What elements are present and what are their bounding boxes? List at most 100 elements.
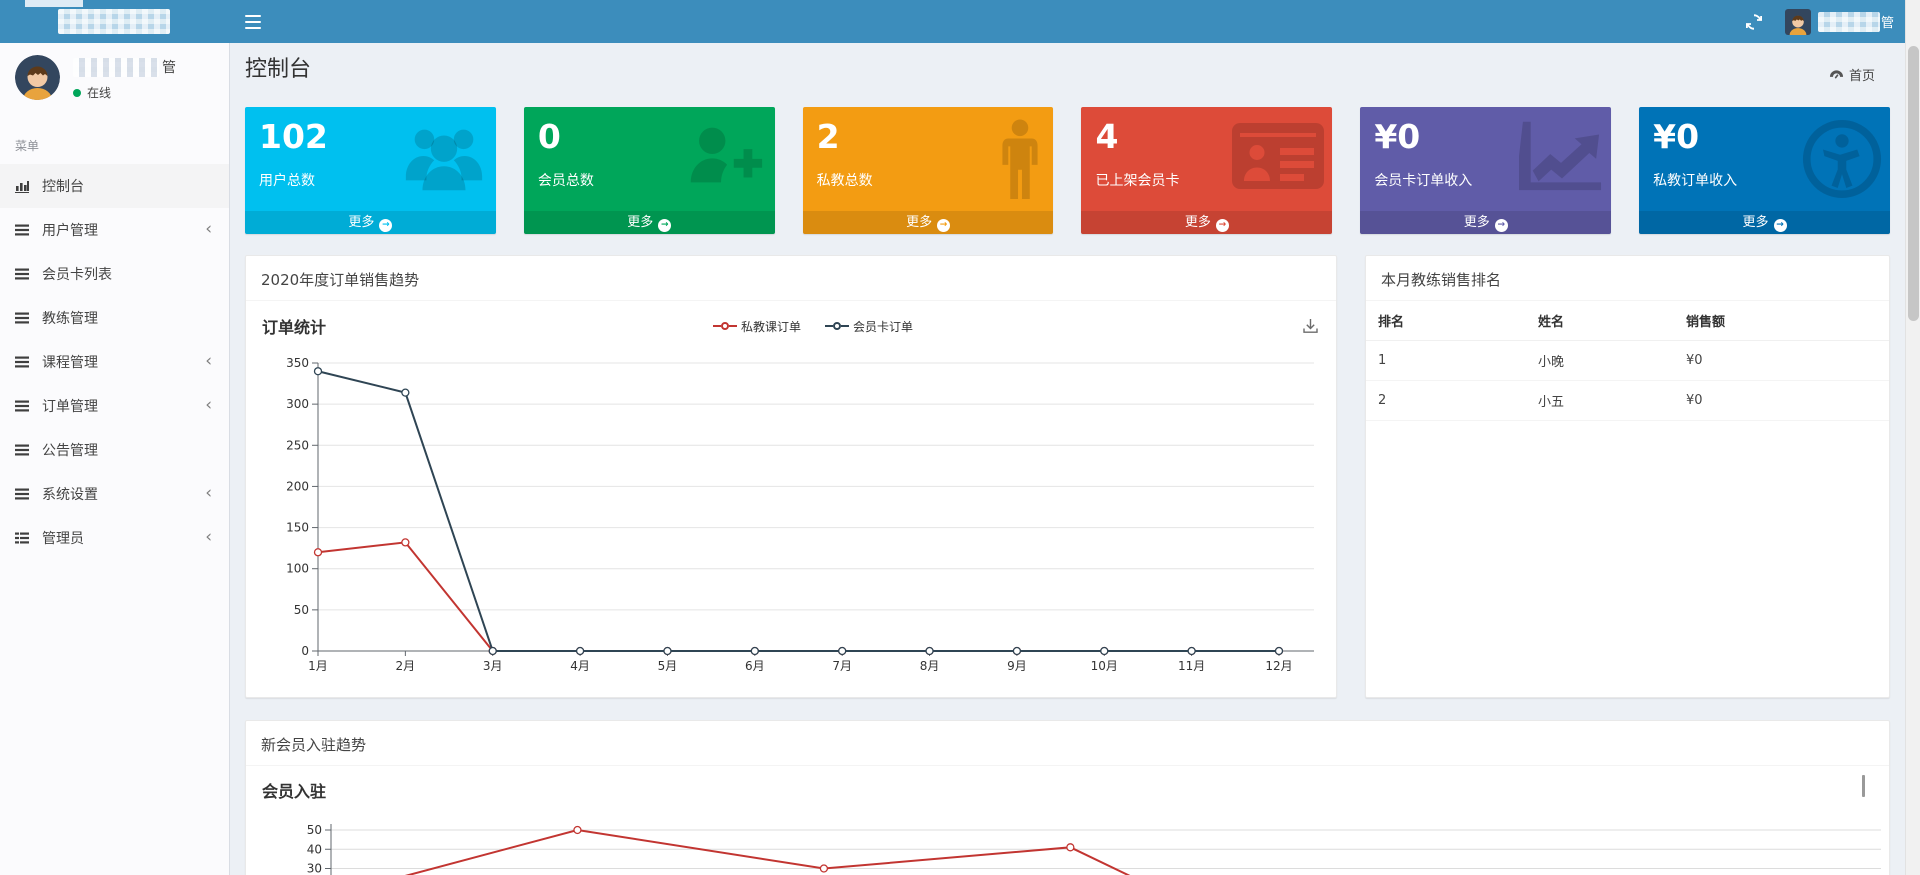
more-link[interactable]: 更多→ bbox=[245, 211, 496, 234]
user-avatar bbox=[1785, 9, 1811, 35]
sidebar-menu: 控制台 用户管理 ‹ 会员卡列表 教练管理 课程管理 ‹ 订单管理 ‹ 公告管理 bbox=[0, 164, 229, 560]
dashboard-icon bbox=[1829, 69, 1844, 81]
online-status-icon bbox=[73, 89, 81, 97]
stat-box-members: 0 会员总数 更多→ bbox=[524, 107, 775, 234]
stat-label: 私教总数 bbox=[817, 170, 1040, 190]
svg-text:40: 40 bbox=[307, 842, 322, 856]
top-navbar: 管 bbox=[0, 0, 1920, 43]
sidebar-item-announcements[interactable]: 公告管理 bbox=[0, 428, 229, 472]
column-header-sales: 销售额 bbox=[1674, 301, 1889, 341]
svg-text:100: 100 bbox=[286, 562, 309, 576]
arrow-circle-right-icon: → bbox=[1495, 219, 1508, 232]
svg-text:0: 0 bbox=[301, 644, 309, 658]
sidebar-item-dashboard[interactable]: 控制台 bbox=[0, 164, 229, 208]
stat-box-users: 102 用户总数 更多→ bbox=[245, 107, 496, 234]
more-link[interactable]: 更多→ bbox=[1360, 211, 1611, 234]
chevron-left-icon: ‹ bbox=[205, 353, 212, 370]
legend-item-private-orders[interactable]: 私教课订单 bbox=[713, 318, 801, 335]
download-icon bbox=[1302, 318, 1319, 335]
stat-box-trainers: 2 私教总数 更多→ bbox=[803, 107, 1054, 234]
breadcrumb-home[interactable]: 首页 bbox=[1849, 65, 1875, 84]
panel-title: 2020年度订单销售趋势 bbox=[246, 256, 1336, 301]
list-icon bbox=[15, 312, 32, 324]
orders-trend-panel: 2020年度订单销售趋势 订单统计 私教课订单 会员卡订单 bbox=[245, 255, 1337, 698]
arrow-circle-right-icon: → bbox=[658, 219, 671, 232]
more-link[interactable]: 更多→ bbox=[803, 211, 1054, 234]
table-row: 2 小五 ¥0 bbox=[1366, 381, 1889, 421]
stat-box-row: 102 用户总数 更多→ 0 会员总数 bbox=[245, 107, 1890, 234]
sidebar-name-suffix: 管 bbox=[162, 57, 176, 77]
sidebar-item-member-cards[interactable]: 会员卡列表 bbox=[0, 252, 229, 296]
refresh-icon bbox=[1746, 14, 1762, 30]
svg-text:7月: 7月 bbox=[832, 659, 852, 673]
svg-text:250: 250 bbox=[286, 438, 309, 452]
more-link[interactable]: 更多→ bbox=[1639, 211, 1890, 234]
chevron-left-icon: ‹ bbox=[205, 529, 212, 546]
sidebar-item-admins[interactable]: 管理员 ‹ bbox=[0, 516, 229, 560]
chevron-left-icon: ‹ bbox=[205, 397, 212, 414]
svg-text:1月: 1月 bbox=[308, 659, 328, 673]
stat-value: 0 bbox=[538, 118, 761, 156]
arrow-circle-right-icon: → bbox=[1774, 219, 1787, 232]
svg-text:6月: 6月 bbox=[745, 659, 765, 673]
svg-text:50: 50 bbox=[294, 603, 309, 617]
list-icon bbox=[15, 268, 32, 280]
stat-label: 会员总数 bbox=[538, 170, 761, 190]
coach-ranking-panel: 本月教练销售排名 排名 姓名 销售额 1 小晚 ¥0 bbox=[1365, 255, 1890, 698]
arrow-circle-right-icon: → bbox=[1216, 219, 1229, 232]
sidebar-item-courses[interactable]: 课程管理 ‹ bbox=[0, 340, 229, 384]
user-menu[interactable]: 管 bbox=[1785, 0, 1894, 43]
stat-box-cards-online: 4 已上架会员卡 更多→ bbox=[1081, 107, 1332, 234]
svg-text:4月: 4月 bbox=[570, 659, 590, 673]
legend-line-circle-icon bbox=[713, 322, 737, 330]
svg-text:30: 30 bbox=[307, 862, 322, 875]
sidebar-toggle-button[interactable] bbox=[230, 0, 276, 43]
chevron-left-icon: ‹ bbox=[205, 485, 212, 502]
chart-title: 订单统计 bbox=[262, 314, 326, 338]
list-icon bbox=[15, 400, 32, 412]
sidebar-item-settings[interactable]: 系统设置 ‹ bbox=[0, 472, 229, 516]
members-line-chart[interactable]: 504030 bbox=[246, 808, 1890, 875]
stat-value: 4 bbox=[1095, 118, 1318, 156]
stat-label: 私教订单收入 bbox=[1653, 170, 1876, 190]
column-header-name: 姓名 bbox=[1526, 301, 1674, 341]
breadcrumb[interactable]: 首页 bbox=[1829, 65, 1875, 84]
sidebar-item-coaches[interactable]: 教练管理 bbox=[0, 296, 229, 340]
legend-item-card-orders[interactable]: 会员卡订单 bbox=[825, 318, 913, 335]
sidebar-item-orders[interactable]: 订单管理 ‹ bbox=[0, 384, 229, 428]
online-status-label: 在线 bbox=[87, 84, 111, 101]
list-icon bbox=[15, 224, 32, 236]
sidebar-item-users[interactable]: 用户管理 ‹ bbox=[0, 208, 229, 252]
sidebar-item-label: 控制台 bbox=[42, 176, 84, 196]
user-name-suffix: 管 bbox=[1881, 12, 1894, 31]
stat-box-training-revenue: ¥0 私教订单收入 更多→ bbox=[1639, 107, 1890, 234]
svg-text:5月: 5月 bbox=[658, 659, 678, 673]
more-link[interactable]: 更多→ bbox=[1081, 211, 1332, 234]
stat-label: 已上架会员卡 bbox=[1095, 170, 1318, 190]
more-link[interactable]: 更多→ bbox=[524, 211, 775, 234]
page-scrollbar[interactable] bbox=[1905, 0, 1920, 875]
redacted-user-name bbox=[1818, 12, 1880, 32]
chart-legend: 私教课订单 会员卡订单 bbox=[326, 318, 1300, 335]
svg-text:11月: 11月 bbox=[1178, 659, 1205, 673]
save-image-button[interactable] bbox=[1300, 316, 1320, 336]
bar-chart-icon bbox=[15, 180, 32, 193]
svg-text:3月: 3月 bbox=[483, 659, 503, 673]
redacted-strip bbox=[25, 0, 83, 7]
svg-text:350: 350 bbox=[286, 356, 309, 370]
stat-value: 102 bbox=[259, 118, 482, 156]
svg-text:9月: 9月 bbox=[1007, 659, 1027, 673]
list-icon bbox=[15, 356, 32, 368]
refresh-button[interactable] bbox=[1739, 0, 1769, 43]
stat-value: ¥0 bbox=[1374, 118, 1597, 156]
scrollbar-thumb[interactable] bbox=[1908, 46, 1919, 321]
chart-title: 会员入驻 bbox=[246, 766, 1889, 802]
list-icon bbox=[15, 488, 32, 500]
column-header-rank: 排名 bbox=[1366, 301, 1526, 341]
table-row: 1 小晚 ¥0 bbox=[1366, 341, 1889, 381]
scroll-indicator bbox=[1862, 775, 1865, 797]
new-members-panel: 新会员入驻趋势 会员入驻 504030 bbox=[245, 720, 1890, 875]
menu-section-label: 菜单 bbox=[0, 121, 229, 164]
orders-line-chart[interactable]: 0501001502002503003501月2月3月4月5月6月7月8月9月1… bbox=[258, 344, 1322, 684]
redacted-sidebar-name bbox=[73, 58, 159, 77]
